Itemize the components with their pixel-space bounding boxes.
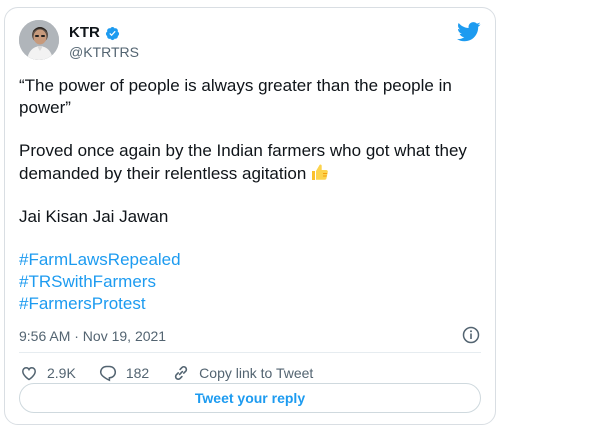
link-icon [175, 366, 188, 380]
author-name-row[interactable]: KTR [69, 24, 120, 42]
hashtag-trswithfarmers[interactable]: #TRSwithFarmers [19, 271, 479, 293]
reply-count: 182 [125, 365, 150, 381]
hashtag-farmersprotest[interactable]: #FarmersProtest [19, 293, 479, 315]
tweet-quote-text: “The power of people is always greater t… [19, 76, 452, 117]
divider [19, 352, 481, 353]
author-handle[interactable]: @KTRTRS [69, 44, 139, 60]
avatar-image [19, 20, 59, 60]
tweet-proof-line: Proved once again by the Indian farmers … [19, 141, 467, 183]
verified-badge-icon [105, 26, 120, 41]
copy-link-label: Copy link to Tweet [199, 365, 314, 381]
copy-link-button[interactable]: Copy link to Tweet [171, 363, 313, 383]
heart-icon [22, 367, 36, 381]
tweet-proof-text: Proved once again by the Indian farmers … [19, 140, 479, 185]
tweet-card: KTR @KTRTRS “The power of people is alwa… [4, 7, 496, 425]
thumbs-up-emoji-icon [310, 162, 330, 182]
hashtag-farmlawsrepealed[interactable]: #FarmLawsRepealed [19, 249, 479, 271]
reply-button[interactable]: 182 [98, 363, 149, 383]
tweet-timestamp[interactable]: 9:56 AM · Nov 19, 2021 [19, 328, 166, 344]
like-button[interactable]: 2.9K [19, 363, 76, 383]
like-count: 2.9K [47, 365, 76, 381]
twitter-bird-icon[interactable] [457, 22, 481, 42]
tweet-slogan-text: Jai Kisan Jai Jawan [19, 207, 169, 226]
tweet-actions-bar: 2.9K 182 Copy link to Tweet [19, 363, 335, 383]
reply-bubble-icon [99, 365, 116, 382]
tweet-body: “The power of people is always greater t… [19, 75, 479, 315]
author-display-name[interactable]: KTR [69, 24, 100, 42]
tweet-your-reply-button[interactable]: Tweet your reply [19, 383, 481, 413]
info-icon[interactable] [461, 325, 481, 345]
avatar[interactable] [19, 20, 59, 60]
